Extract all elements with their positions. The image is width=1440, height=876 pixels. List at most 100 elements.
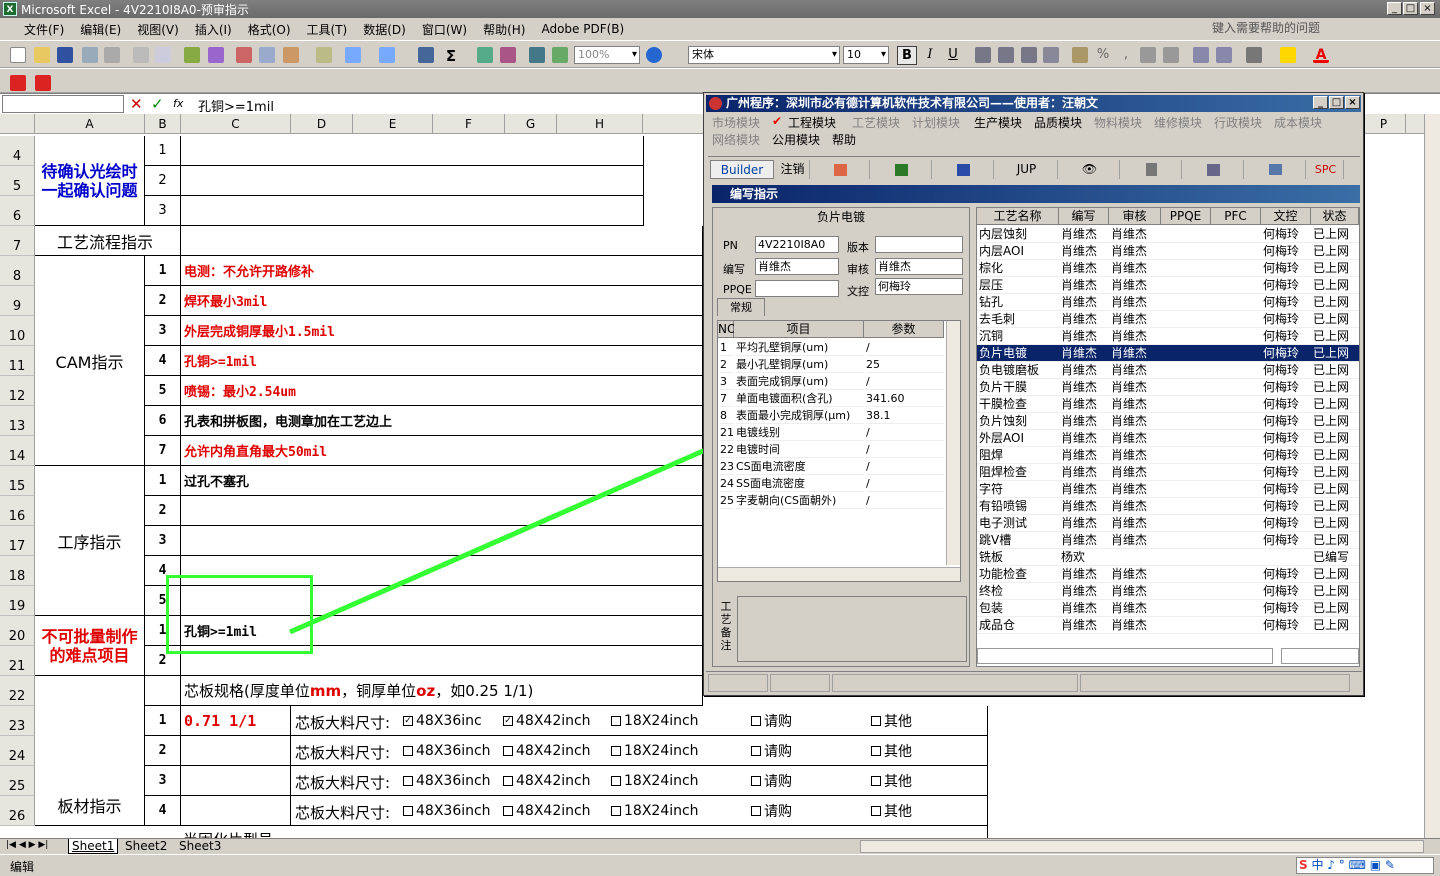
row-header[interactable]: 14 [0, 436, 35, 466]
row-header[interactable]: 25 [0, 766, 35, 796]
row-header[interactable]: 18 [0, 556, 35, 586]
param-cell[interactable]: 22 [720, 441, 734, 458]
formula-input[interactable]: 孔铜>=1mil [198, 96, 274, 115]
row-header[interactable]: 11 [0, 346, 35, 376]
process-row[interactable]: 电子测试 肖维杰 肖维杰 何梅玲 已上网 [977, 515, 1359, 532]
row-header[interactable]: 6 [0, 196, 35, 226]
email-icon[interactable] [104, 47, 120, 63]
pn-field[interactable]: 4V2210I8A0 [755, 236, 839, 253]
writer-field[interactable]: 肖维杰 [755, 258, 839, 275]
cell-process-flow[interactable]: 工艺流程指示 [35, 226, 181, 256]
borders-icon[interactable] [1246, 47, 1262, 63]
decrease-indent-icon[interactable] [1193, 47, 1209, 63]
vertical-scrollbar[interactable] [1424, 114, 1440, 838]
param-cell[interactable]: 表面完成铜厚(um) [736, 373, 864, 390]
process-row[interactable]: 跳V槽 肖维杰 肖维杰 何梅玲 已上网 [977, 532, 1359, 549]
database-icon[interactable] [1122, 160, 1182, 179]
remark-textarea[interactable] [737, 596, 967, 662]
row-header[interactable]: 16 [0, 496, 35, 526]
param-cell[interactable]: 7 [720, 390, 734, 407]
row-header[interactable]: 17 [0, 526, 35, 556]
menu-format[interactable]: 格式(O) [240, 21, 299, 38]
checkbox-icon[interactable] [611, 716, 621, 726]
checkbox-icon[interactable] [871, 776, 881, 786]
checkbox-icon[interactable] [611, 806, 621, 816]
core-size-option[interactable]: 请购 [751, 741, 792, 761]
process-filter-input[interactable] [1281, 648, 1359, 664]
cell-prepreg[interactable]: 半固化片型号 [145, 826, 988, 838]
menu-module[interactable]: 行政模块 [1214, 114, 1262, 131]
param-hscroll[interactable] [718, 567, 960, 581]
process-row[interactable]: 负片电镀 肖维杰 肖维杰 何梅玲 已上网 [977, 345, 1359, 362]
checkbox-icon[interactable] [751, 746, 761, 756]
cell-core-spec-title[interactable]: 芯板规格(厚度单位 mm ，铜厚单位 oz ，如0.25 1/1) [181, 676, 703, 706]
row-header[interactable]: 10 [0, 316, 35, 346]
param-cell[interactable]: / [866, 424, 944, 441]
param-cell[interactable]: 最小孔壁铜厚(um) [736, 356, 864, 373]
param-cell[interactable]: 8 [720, 407, 734, 424]
menu-help[interactable]: 帮助(H) [475, 21, 533, 38]
cell-num[interactable]: 2 [145, 496, 181, 526]
align-left-icon[interactable] [975, 47, 991, 63]
cell-cam-item-1[interactable]: 电测：不允许开路修补 [181, 256, 703, 286]
process-row[interactable]: 有铅喷锡 肖维杰 肖维杰 何梅玲 已上网 [977, 498, 1359, 515]
row-header[interactable]: 26 [0, 796, 35, 826]
param-cell[interactable]: 电镀时间 [736, 441, 864, 458]
cell-num[interactable]: 3 [145, 196, 181, 226]
erp-close-button[interactable]: × [1345, 96, 1360, 109]
row-header[interactable]: 24 [0, 736, 35, 766]
process-row[interactable]: 沉铜 肖维杰 肖维杰 何梅玲 已上网 [977, 328, 1359, 345]
checkbox-icon[interactable]: ✓ [503, 716, 513, 726]
process-row[interactable]: 层压 肖维杰 肖维杰 何梅玲 已上网 [977, 277, 1359, 294]
param-cell[interactable]: 字麦朝向(CS面朝外) [736, 492, 864, 509]
core-size-option[interactable]: 其他 [871, 711, 912, 731]
autosum-icon[interactable]: Σ [443, 47, 459, 65]
cell-blank[interactable] [181, 226, 703, 256]
menu-module[interactable]: 工程模块 [788, 114, 836, 131]
column-header-b[interactable]: B [145, 114, 181, 134]
print-icon[interactable] [133, 47, 149, 63]
font-select[interactable]: 宋体 [688, 46, 840, 64]
erp-maximize-button[interactable]: □ [1329, 96, 1344, 109]
help-icon[interactable] [646, 47, 662, 63]
new-icon[interactable] [10, 47, 26, 63]
merge-center-icon[interactable] [1043, 47, 1059, 63]
column-header-c[interactable]: C [181, 114, 291, 134]
param-cell[interactable]: 341.60 [866, 390, 944, 407]
core-size-option[interactable]: 请购 [751, 771, 792, 791]
process-row[interactable]: 负片蚀刻 肖维杰 肖维杰 何梅玲 已上网 [977, 413, 1359, 430]
checkbox-icon[interactable] [871, 716, 881, 726]
zoom-select[interactable]: 100% [574, 46, 640, 64]
cut-icon[interactable] [236, 47, 252, 63]
format-painter-icon[interactable] [316, 47, 332, 63]
column-header-p[interactable]: P [1362, 114, 1406, 134]
param-cell[interactable]: 38.1 [866, 407, 944, 424]
param-cell[interactable]: / [866, 339, 944, 356]
checkbox-icon[interactable] [403, 776, 413, 786]
cell-num[interactable]: 4 [145, 346, 181, 376]
font-size-select[interactable]: 10 [843, 46, 889, 64]
param-cell[interactable]: SS面电流密度 [736, 475, 864, 492]
jup-button[interactable]: JUP [996, 160, 1058, 179]
horizontal-scrollbar[interactable] [860, 840, 1424, 853]
process-hscroll[interactable] [977, 648, 1273, 664]
param-cell[interactable]: / [866, 373, 944, 390]
process-row[interactable]: 功能检查 肖维杰 肖维杰 何梅玲 已上网 [977, 566, 1359, 583]
column-header-h[interactable]: H [557, 114, 643, 134]
decrease-decimal-icon[interactable] [1163, 47, 1179, 63]
core-size-option[interactable]: 48X36inch [403, 773, 491, 789]
minimize-button[interactable]: _ [1387, 2, 1402, 15]
menu-view[interactable]: 视图(V) [129, 21, 187, 38]
core-size-option[interactable]: 18X24inch [611, 773, 699, 789]
column-header-f[interactable]: F [433, 114, 505, 134]
cell-core-value[interactable] [181, 796, 291, 826]
menu-module[interactable]: 生产模块 [974, 114, 1022, 131]
increase-indent-icon[interactable] [1216, 47, 1232, 63]
doc-control-field[interactable]: 何梅玲 [875, 278, 963, 295]
cell-confirm-issues[interactable]: 待确认光绘时一起确认问题 [35, 136, 145, 226]
checkbox-icon[interactable] [751, 806, 761, 816]
param-cell[interactable]: CS面电流密度 [736, 458, 864, 475]
logout-button[interactable]: 注销 [776, 160, 810, 179]
drawing-icon[interactable] [552, 47, 568, 63]
tab-sheet2[interactable]: Sheet2 [122, 839, 170, 853]
